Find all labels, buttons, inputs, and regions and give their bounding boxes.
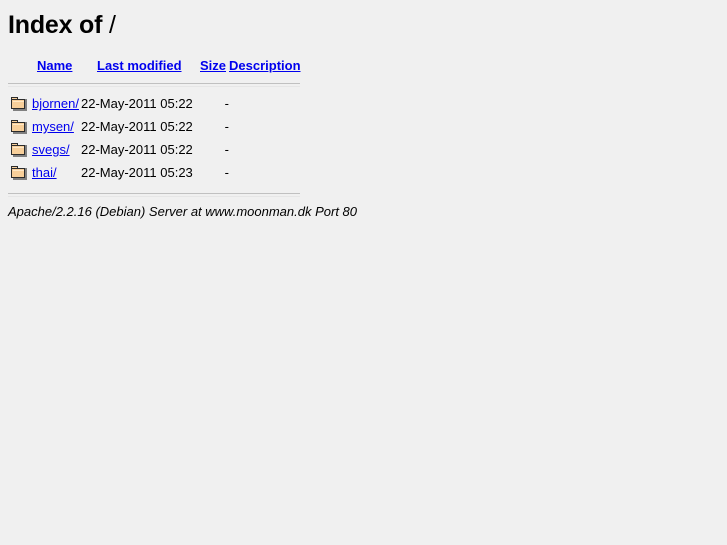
directory-link[interactable]: mysen/ bbox=[32, 118, 74, 135]
page-title-prefix: Index of bbox=[8, 11, 109, 39]
directory-link[interactable]: svegs/ bbox=[32, 141, 70, 158]
table-row: thai/ 22-May-2011 05:23 - bbox=[0, 164, 727, 187]
listing-header-row: Name Last modified Size Description bbox=[0, 58, 727, 79]
server-signature: Apache/2.2.16 (Debian) Server at www.moo… bbox=[8, 204, 358, 219]
table-row: bjornen/ 22-May-2011 05:22 - bbox=[0, 95, 727, 118]
directory-listing: Name Last modified Size Description bjor… bbox=[0, 58, 727, 197]
column-header-last-modified[interactable]: Last modified bbox=[97, 58, 182, 74]
column-header-size[interactable]: Size bbox=[200, 58, 226, 74]
column-header-name[interactable]: Name bbox=[37, 58, 72, 74]
directory-link[interactable]: thai/ bbox=[32, 164, 57, 181]
size-value: - bbox=[224, 142, 229, 157]
last-modified-value: 22-May-2011 05:22 bbox=[81, 96, 193, 111]
directory-link[interactable]: bjornen/ bbox=[32, 95, 79, 112]
footer-divider bbox=[8, 193, 300, 197]
folder-icon bbox=[11, 166, 28, 181]
last-modified-value: 22-May-2011 05:22 bbox=[81, 119, 193, 134]
table-row: mysen/ 22-May-2011 05:22 - bbox=[0, 118, 727, 141]
last-modified-value: 22-May-2011 05:22 bbox=[81, 142, 193, 157]
folder-icon bbox=[11, 120, 28, 135]
folder-icon bbox=[11, 97, 28, 112]
size-value: - bbox=[224, 96, 229, 111]
last-modified-value: 22-May-2011 05:23 bbox=[81, 165, 193, 180]
size-value: - bbox=[224, 165, 229, 180]
page-title-path: / bbox=[108, 11, 116, 39]
column-header-description[interactable]: Description bbox=[229, 58, 301, 74]
table-row: svegs/ 22-May-2011 05:22 - bbox=[0, 141, 727, 164]
size-value: - bbox=[224, 119, 229, 134]
listing-rows: bjornen/ 22-May-2011 05:22 - mysen/ 22-M… bbox=[0, 95, 727, 187]
header-divider bbox=[8, 83, 300, 87]
page-title: Index of / bbox=[0, 0, 727, 40]
folder-icon bbox=[11, 143, 28, 158]
directory-index-page: Index of / Name Last modified Size Descr… bbox=[0, 0, 727, 545]
